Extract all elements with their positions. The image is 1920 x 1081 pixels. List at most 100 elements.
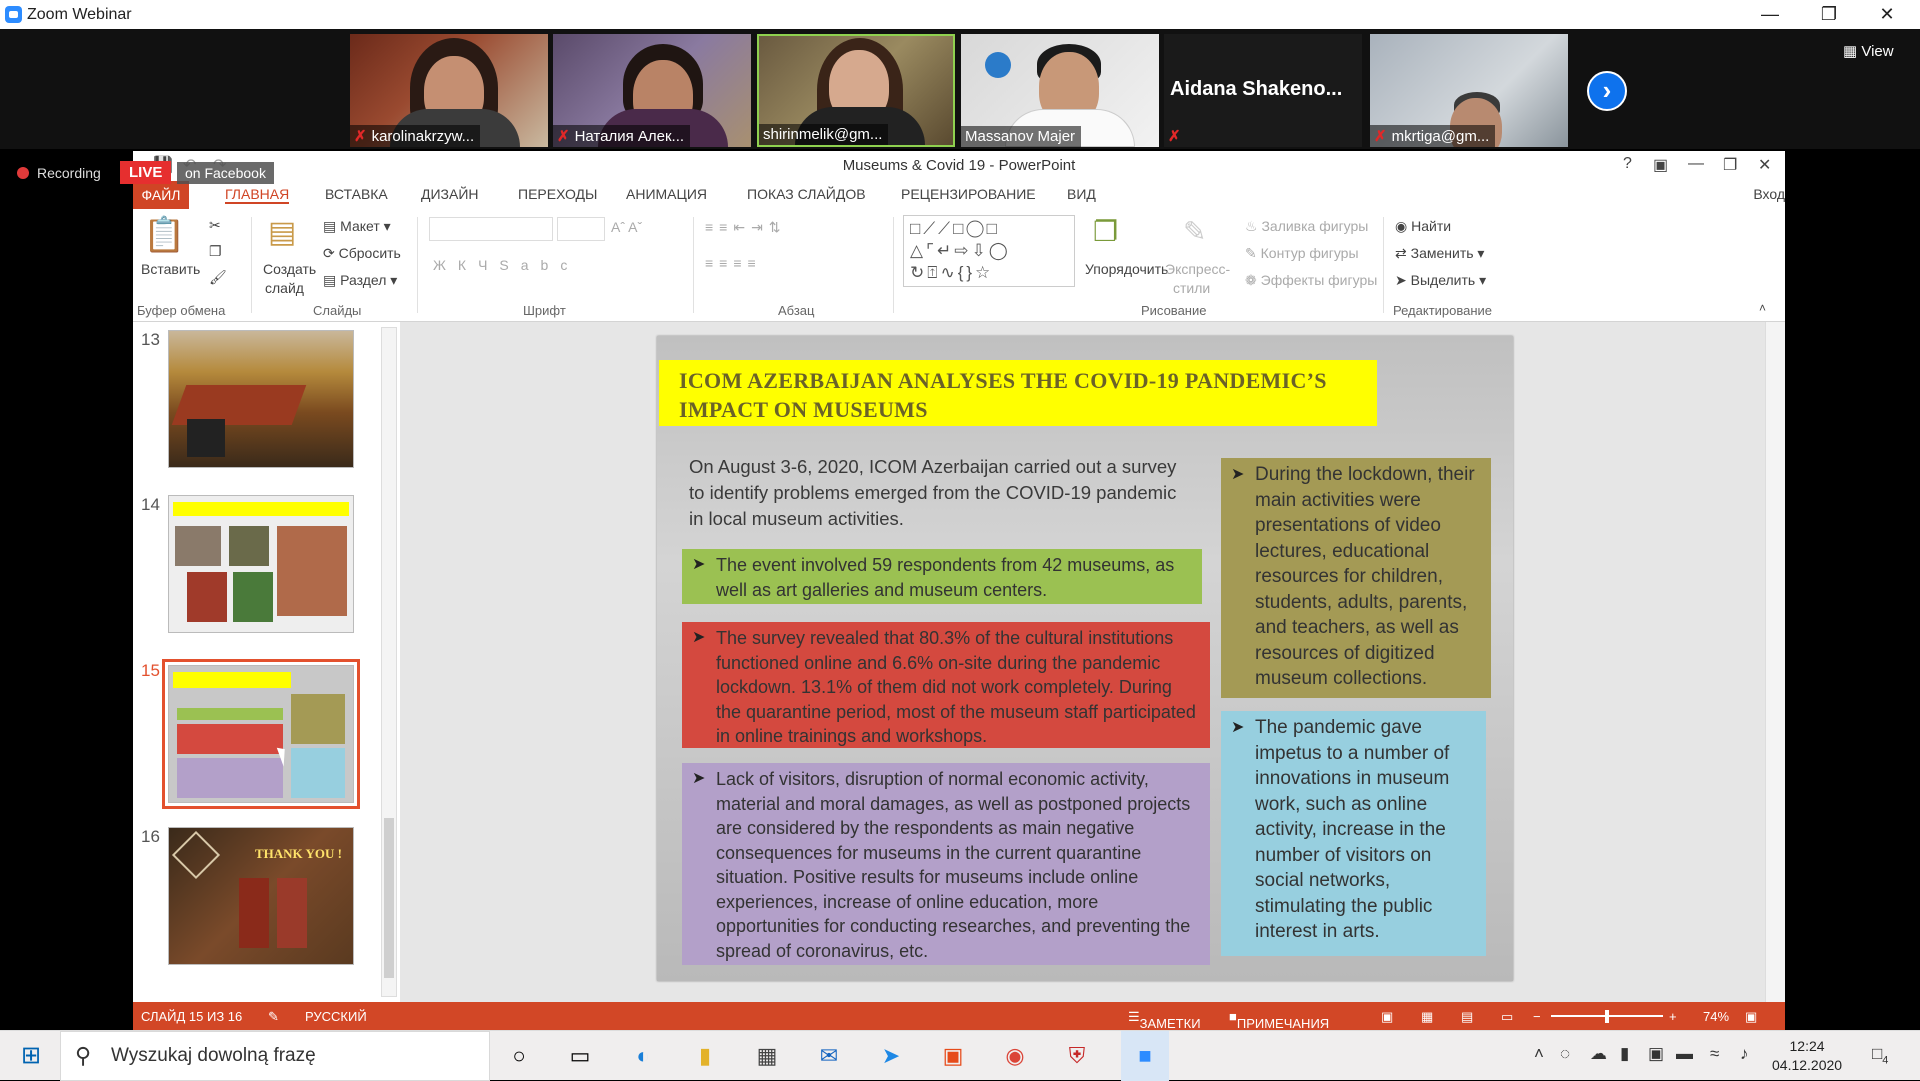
edge-icon[interactable]: ◐ (626, 1039, 660, 1073)
font-grow-icon[interactable]: Aˆ Aˇ (611, 219, 642, 235)
font-name-dropdown[interactable] (429, 217, 553, 241)
volume-icon[interactable]: ♪ (1740, 1044, 1749, 1064)
language-indicator[interactable]: РУССКИЙ (305, 1009, 367, 1024)
fit-slide-icon[interactable]: ▣ (1745, 1009, 1757, 1025)
reset-button[interactable]: ⟳ Сбросить (323, 245, 401, 262)
wifi-icon[interactable]: ≈ (1710, 1044, 1719, 1064)
slide-thumbnail-selected[interactable] (162, 659, 360, 809)
record-dot-icon (17, 167, 29, 179)
spell-check-icon[interactable]: ✎ (268, 1009, 279, 1025)
video-tile-no-video[interactable]: Aidana Shakeno... ✗ (1164, 34, 1362, 147)
quick-styles-icon: ✎ (1183, 216, 1207, 247)
video-tile[interactable]: Massanov Majer (961, 34, 1159, 147)
section-button[interactable]: ▤ Раздел ▾ (323, 272, 397, 289)
group-font: Шрифт (523, 303, 566, 318)
powerpoint-window: Museums & Covid 19 - PowerPoint 💾 ↶ ↷ ? … (133, 151, 1785, 1031)
notes-button[interactable]: ☰ ЗАМЕТКИ (1128, 1009, 1201, 1031)
editor-scrollbar[interactable] (1765, 322, 1785, 1002)
clock[interactable]: 12:24 04.12.2020 (1772, 1037, 1842, 1075)
select-button[interactable]: ➤ Выделить ▾ (1395, 272, 1486, 289)
current-slide[interactable]: ICOM AZERBAIJAN ANALYSES THE COVID-19 PA… (657, 336, 1513, 981)
ppt-minimize-icon[interactable]: — (1688, 155, 1704, 173)
shield-icon[interactable]: ⛨ (1060, 1039, 1094, 1073)
tab-animations[interactable]: АНИМАЦИЯ (626, 186, 707, 202)
zoom-taskbar-icon[interactable]: ■ (1121, 1031, 1169, 1081)
zoom-out-icon[interactable]: − (1533, 1009, 1541, 1024)
list-icons[interactable]: ≡≡⇤⇥⇅ (705, 219, 787, 236)
comments-button[interactable]: ■ ПРИМЕЧАНИЯ (1229, 1009, 1329, 1031)
slideshow-icon[interactable]: ▭ (1501, 1009, 1513, 1025)
battery-icon[interactable]: ▬ (1676, 1044, 1693, 1064)
slide-thumbnail[interactable]: THANK YOU ! (168, 827, 354, 965)
normal-view-icon[interactable]: ▣ (1381, 1009, 1393, 1025)
shapes-gallery[interactable]: □⟋⟋□◯□ △⌜↵⇨⇩◯ ↻⍐∿{}☆ (903, 215, 1075, 287)
video-tile[interactable]: ✗ mkrtiga@gm... (1370, 34, 1568, 147)
find-button[interactable]: ◉ Найти (1395, 218, 1451, 235)
tab-transitions[interactable]: ПЕРЕХОДЫ (518, 186, 597, 202)
paste-button[interactable]: Вставить (141, 261, 200, 277)
ribbon-display-icon[interactable]: ▣ (1653, 155, 1668, 175)
collapse-ribbon-icon[interactable]: ˄ (1759, 301, 1766, 315)
zoom-slider-handle[interactable] (1605, 1010, 1609, 1023)
video-tile-active-speaker[interactable]: shirinmelik@gm... (757, 34, 955, 147)
copy-icon[interactable]: ❐ (209, 243, 222, 260)
align-icons[interactable]: ≡≡≡≡ (705, 255, 762, 271)
font-style-icons[interactable]: ЖКЧSabc (433, 257, 579, 273)
app-icon[interactable]: ➤ (874, 1039, 908, 1073)
shape-fill-button[interactable]: ♨ Заливка фигуры (1245, 218, 1368, 235)
tab-slideshow[interactable]: ПОКАЗ СЛАЙДОВ (747, 186, 866, 202)
zoom-in-icon[interactable]: + (1669, 1009, 1677, 1024)
onedrive-icon[interactable]: ☁ (1590, 1044, 1607, 1064)
camera-icon[interactable]: ◌ (1560, 1044, 1570, 1064)
ppt-restore-icon[interactable]: ❐ (1723, 155, 1737, 175)
chrome-icon[interactable]: ◉ (998, 1039, 1032, 1073)
next-page-button[interactable]: › (1587, 71, 1627, 111)
task-view-icon[interactable]: ▭ (563, 1039, 597, 1073)
replace-button[interactable]: ⇄ Заменить ▾ (1395, 245, 1484, 262)
video-tile[interactable]: ✗ Наталия Алек... (553, 34, 751, 147)
recording-indicator[interactable]: Recording (17, 165, 101, 181)
file-explorer-icon[interactable]: ▮ (688, 1039, 722, 1073)
tab-review[interactable]: РЕЦЕНЗИРОВАНИЕ (901, 186, 1036, 202)
video-tile[interactable]: ✗ karolinakrzyw... (350, 34, 548, 147)
restore-icon[interactable]: ❐ (1806, 0, 1852, 29)
tab-home[interactable]: ГЛАВНАЯ (225, 186, 290, 204)
arrange-button[interactable]: Упорядочить (1085, 261, 1168, 277)
cut-icon[interactable]: ✂ (209, 217, 221, 234)
thumbnails-scrollbar[interactable] (381, 327, 397, 997)
display-icon[interactable]: ▣ (1648, 1044, 1664, 1064)
close-icon[interactable]: ✕ (1864, 0, 1910, 29)
help-icon[interactable]: ? (1623, 155, 1632, 173)
ppt-close-icon[interactable]: ✕ (1758, 155, 1771, 175)
search-box[interactable]: ⚲ Wyszukaj dowolną frazę (60, 1031, 490, 1081)
store-icon[interactable]: ▦ (750, 1039, 784, 1073)
zoom-level[interactable]: 74% (1703, 1009, 1729, 1024)
quick-styles-button[interactable]: Экспресс- (1165, 261, 1230, 277)
slide-sorter-icon[interactable]: ▦ (1421, 1009, 1433, 1025)
tab-design[interactable]: ДИЗАЙН (421, 186, 479, 202)
microphone-icon[interactable]: ▮ (1620, 1044, 1629, 1064)
slide-thumbnail[interactable] (168, 495, 354, 633)
layout-button[interactable]: ▤ Макет ▾ (323, 218, 391, 235)
reading-view-icon[interactable]: ▤ (1461, 1009, 1473, 1025)
sign-in-link[interactable]: Вход (1753, 186, 1785, 202)
tab-file[interactable]: ФАЙЛ (133, 181, 189, 209)
binoculars-icon: ◉ (1395, 218, 1412, 234)
participant-name: ✗ mkrtiga@gm... (1370, 125, 1496, 147)
shape-effects-button[interactable]: ❁ Эффекты фигуры (1245, 272, 1377, 289)
shape-outline-button[interactable]: ✎ Контур фигуры (1245, 245, 1359, 262)
mail-icon[interactable]: ✉ (812, 1039, 846, 1073)
start-icon[interactable]: ⊞ (14, 1039, 48, 1073)
font-size-dropdown[interactable] (557, 217, 605, 241)
chevron-up-icon[interactable]: ˄ (1534, 1044, 1544, 1064)
view-button[interactable]: ▦ View (1843, 42, 1894, 60)
new-slide-button[interactable]: Создать (263, 261, 316, 277)
tab-view[interactable]: ВИД (1067, 186, 1096, 202)
cortana-icon[interactable]: ○ (502, 1039, 536, 1073)
tab-insert[interactable]: ВСТАВКА (325, 186, 388, 202)
slide-thumbnail[interactable] (168, 330, 354, 468)
notifications-icon[interactable]: □4 (1872, 1044, 1888, 1066)
office-icon[interactable]: ▣ (936, 1039, 970, 1073)
minimize-icon[interactable]: — (1747, 0, 1793, 29)
format-painter-icon[interactable]: 🖌 (209, 269, 227, 286)
